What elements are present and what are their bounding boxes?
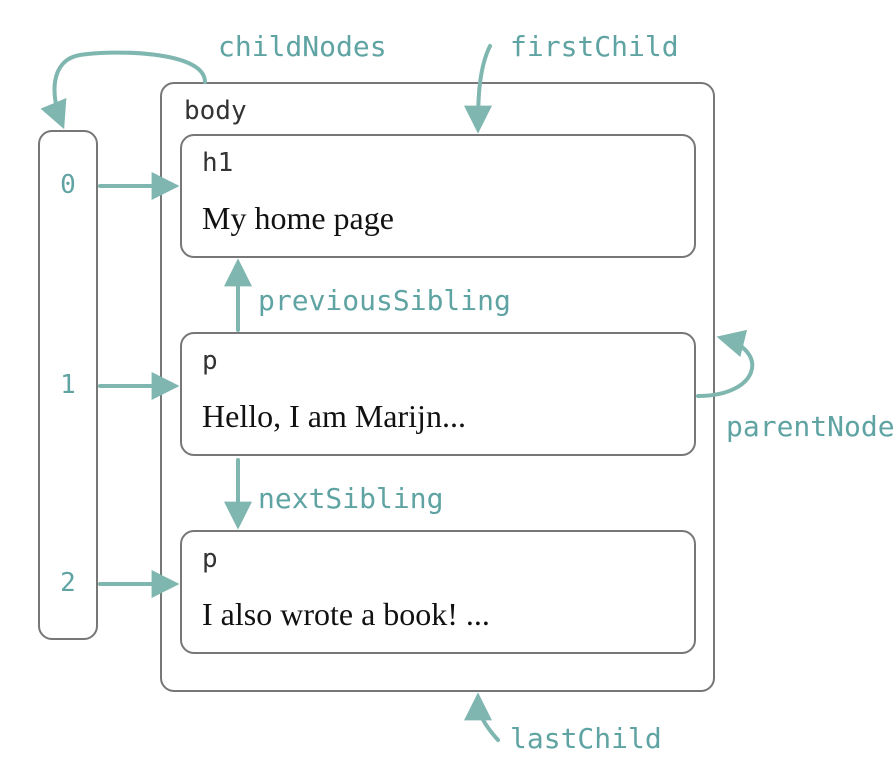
label-parentNode: parentNode — [726, 410, 894, 443]
label-previousSibling: previousSibling — [258, 284, 511, 317]
label-childNodes: childNodes — [218, 30, 387, 63]
child-1-text: Hello, I am Marijn... — [202, 398, 466, 435]
index-0: 0 — [38, 170, 98, 200]
index-1: 1 — [38, 370, 98, 400]
label-nextSibling: nextSibling — [258, 482, 443, 515]
child-2-tag: p — [202, 544, 218, 574]
child-2-text: I also wrote a book! ... — [202, 596, 490, 633]
child-box-1 — [180, 332, 696, 456]
child-box-0 — [180, 134, 696, 258]
index-2: 2 — [38, 568, 98, 598]
child-box-2 — [180, 530, 696, 654]
child-1-tag: p — [202, 346, 218, 376]
dom-links-diagram: 0 1 2 body h1 My home page p Hello, I am… — [0, 0, 894, 778]
body-tag: body — [184, 96, 247, 126]
child-0-tag: h1 — [202, 148, 233, 178]
label-firstChild: firstChild — [510, 30, 679, 63]
label-lastChild: lastChild — [510, 722, 662, 755]
child-0-text: My home page — [202, 200, 394, 237]
arrow-lastChild — [478, 698, 498, 740]
